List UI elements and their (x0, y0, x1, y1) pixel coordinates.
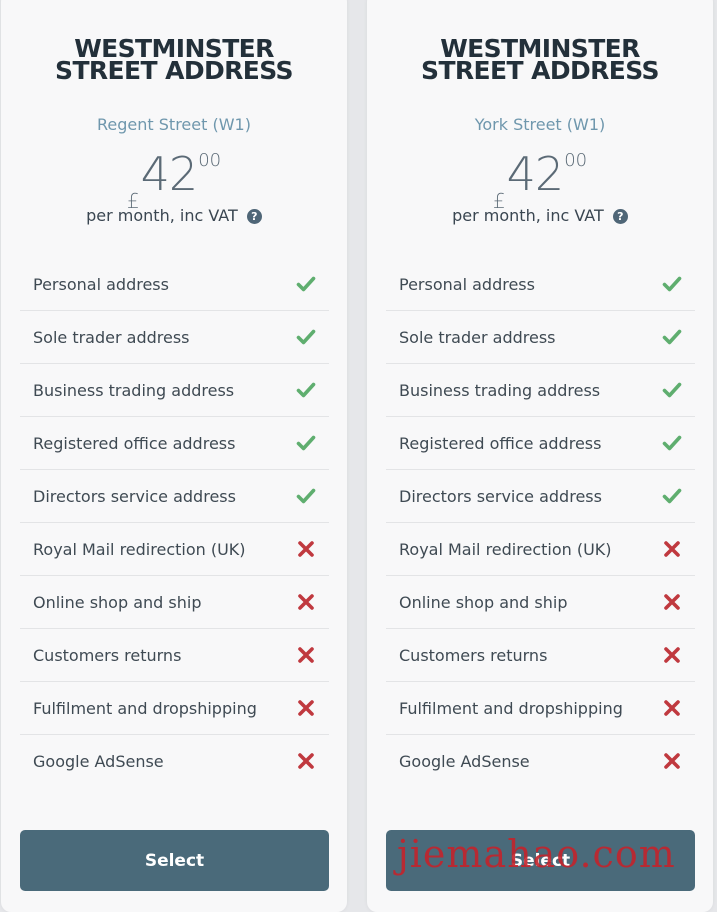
feature-label: Business trading address (399, 380, 601, 400)
feature-row: Customers returns (386, 629, 695, 682)
price-period: per month, inc VAT ? (1, 206, 347, 225)
feature-list: Personal address Sole trader address Busin… (20, 258, 329, 787)
plan-title: WESTMINSTER STREET ADDRESS (1, 36, 347, 85)
feature-label: Online shop and ship (33, 592, 202, 612)
price-period: per month, inc VAT ? (367, 206, 713, 225)
feature-row: Google AdSense (386, 735, 695, 787)
feature-label: Sole trader address (399, 327, 556, 347)
check-icon (296, 435, 316, 451)
feature-row: Business trading address (386, 364, 695, 417)
plan-card-regent-street: WESTMINSTER STREET ADDRESS Regent Street… (1, 0, 347, 912)
feature-row: Online shop and ship (386, 576, 695, 629)
feature-row: Fulfilment and dropshipping (386, 682, 695, 735)
cross-icon (298, 594, 314, 610)
feature-row: Sole trader address (386, 311, 695, 364)
feature-label: Directors service address (399, 486, 602, 506)
price-cents: 00 (198, 150, 222, 171)
feature-row: Directors service address (386, 470, 695, 523)
cross-icon (298, 700, 314, 716)
feature-row: Directors service address (20, 470, 329, 523)
check-icon (296, 382, 316, 398)
feature-label: Customers returns (33, 645, 182, 665)
cross-icon (664, 647, 680, 663)
cross-icon (298, 753, 314, 769)
plan-price: £4200 (367, 150, 713, 213)
feature-label: Online shop and ship (399, 592, 568, 612)
check-icon (662, 488, 682, 504)
feature-label: Sole trader address (33, 327, 190, 347)
plan-title: WESTMINSTER STREET ADDRESS (367, 36, 713, 85)
price-period-label: per month, inc VAT (452, 206, 604, 225)
cross-icon (298, 647, 314, 663)
question-circle-icon[interactable]: ? (246, 209, 262, 224)
feature-label: Registered office address (399, 433, 602, 453)
plan-title-line2: STREET ADDRESS (421, 56, 659, 85)
cross-icon (298, 541, 314, 557)
feature-label: Customers returns (399, 645, 548, 665)
plan-price: £4200 (1, 150, 347, 213)
feature-row: Registered office address (20, 417, 329, 470)
price-amount: 42 (140, 147, 199, 201)
feature-label: Personal address (33, 274, 169, 294)
feature-row: Royal Mail redirection (UK) (386, 523, 695, 576)
cross-icon (664, 753, 680, 769)
feature-row: Google AdSense (20, 735, 329, 787)
check-icon (662, 276, 682, 292)
cross-icon (664, 700, 680, 716)
check-icon (662, 435, 682, 451)
feature-row: Sole trader address (20, 311, 329, 364)
feature-label: Google AdSense (33, 751, 164, 771)
check-icon (662, 382, 682, 398)
feature-row: Customers returns (20, 629, 329, 682)
feature-label: Business trading address (33, 380, 235, 400)
feature-row: Registered office address (386, 417, 695, 470)
select-button[interactable]: Select (20, 830, 329, 891)
price-period-label: per month, inc VAT (86, 206, 238, 225)
feature-row: Personal address (20, 258, 329, 311)
plan-card-york-street: WESTMINSTER STREET ADDRESS York Street (… (367, 0, 713, 912)
cross-icon (664, 594, 680, 610)
feature-row: Royal Mail redirection (UK) (20, 523, 329, 576)
plan-location: Regent Street (W1) (97, 115, 251, 134)
plan-title-line2: STREET ADDRESS (55, 56, 293, 85)
feature-label: Personal address (399, 274, 535, 294)
price-amount: 42 (506, 147, 565, 201)
feature-label: Directors service address (33, 486, 236, 506)
plan-location: York Street (W1) (474, 115, 606, 134)
feature-label: Fulfilment and dropshipping (399, 698, 623, 718)
select-button[interactable]: Select (386, 830, 695, 891)
feature-label: Fulfilment and dropshipping (33, 698, 257, 718)
cross-icon (664, 541, 680, 557)
feature-label: Google AdSense (399, 751, 530, 771)
question-circle-icon[interactable]: ? (612, 209, 628, 224)
feature-label: Royal Mail redirection (UK) (33, 539, 246, 559)
feature-row: Business trading address (20, 364, 329, 417)
check-icon (662, 329, 682, 345)
check-icon (296, 329, 316, 345)
feature-row: Online shop and ship (20, 576, 329, 629)
check-icon (296, 276, 316, 292)
feature-row: Personal address (386, 258, 695, 311)
feature-label: Registered office address (33, 433, 236, 453)
feature-label: Royal Mail redirection (UK) (399, 539, 612, 559)
feature-row: Fulfilment and dropshipping (20, 682, 329, 735)
price-cents: 00 (564, 150, 588, 171)
feature-list: Personal address Sole trader address Busin… (386, 258, 695, 787)
check-icon (296, 488, 316, 504)
